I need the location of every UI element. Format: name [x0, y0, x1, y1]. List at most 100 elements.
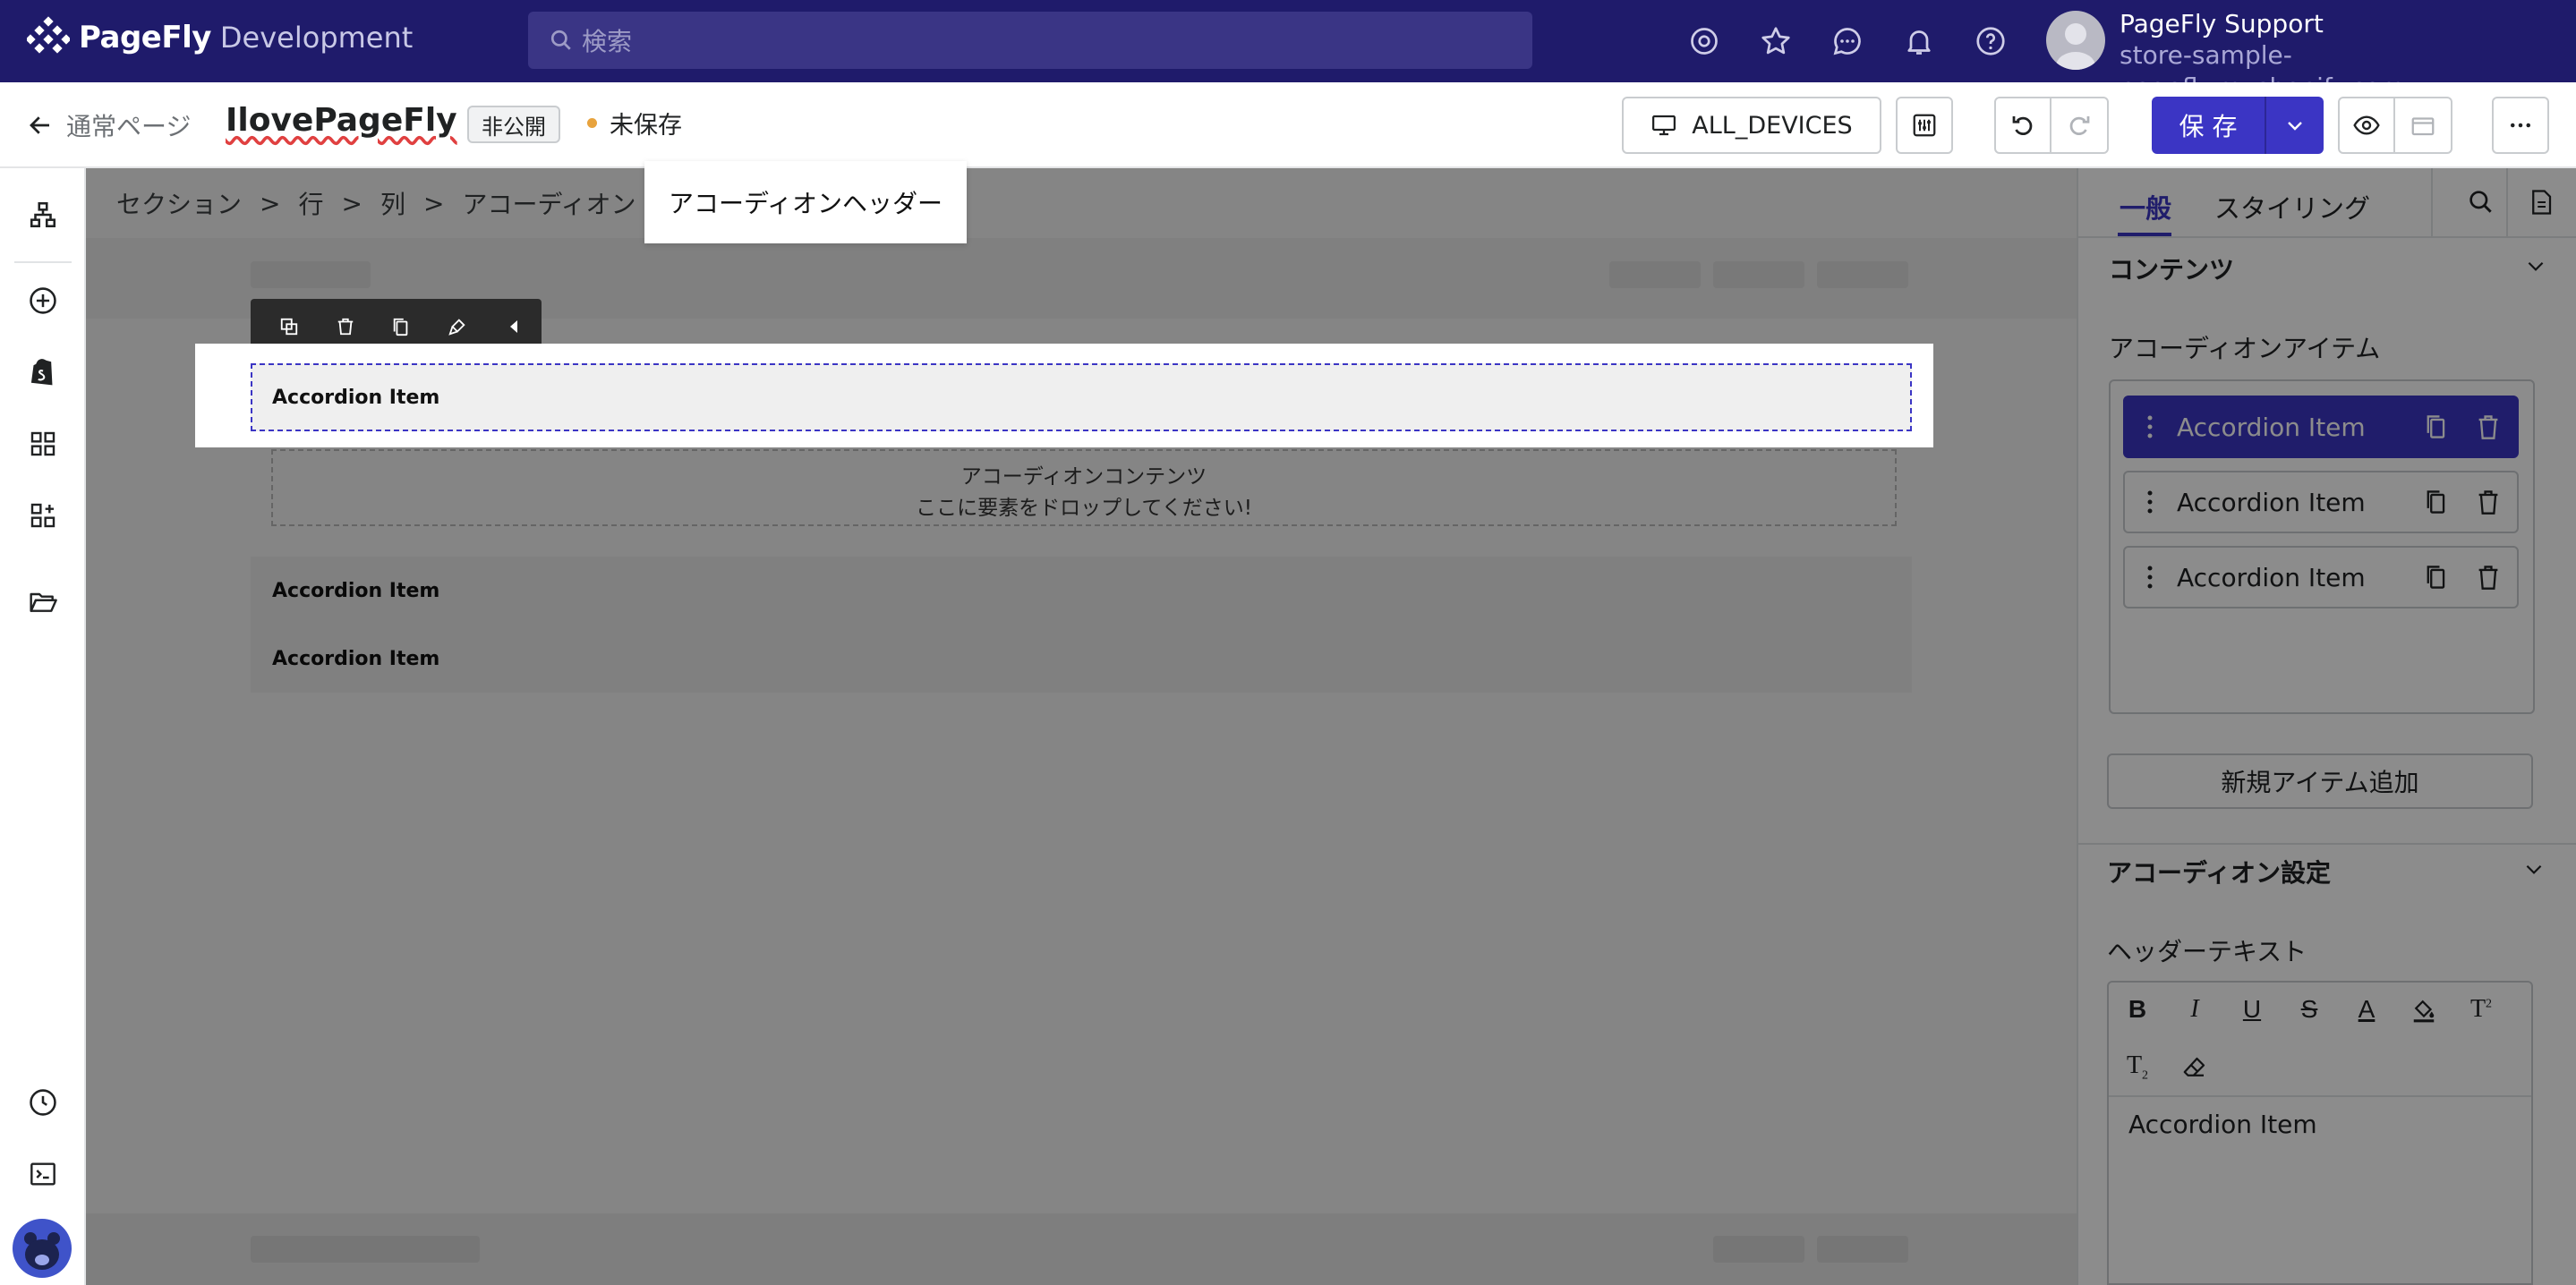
trash-icon[interactable]: [2476, 564, 2501, 591]
add-element-button[interactable]: [21, 279, 64, 322]
selected-accordion-header[interactable]: Accordion Item: [251, 363, 1912, 431]
accordion-list-item[interactable]: Accordion Item: [2123, 471, 2519, 533]
history-button[interactable]: [21, 1081, 64, 1124]
duplicate-element-button[interactable]: [373, 317, 430, 336]
redo-button[interactable]: [2051, 98, 2107, 152]
header-link-placeholder: [1609, 261, 1701, 288]
bold-button[interactable]: B: [2118, 990, 2157, 1029]
duplicate-icon[interactable]: [2424, 489, 2449, 515]
collapse-toolbar-button[interactable]: [485, 318, 542, 336]
add-item-button[interactable]: 新規アイテム追加: [2107, 753, 2533, 809]
delete-element-button[interactable]: [318, 317, 374, 336]
favorites-button[interactable]: [1754, 20, 1797, 63]
dropzone-hint: ここに要素をドロップしてください!: [916, 497, 1252, 520]
accordion-content-dropzone[interactable]: アコーディオンコンテンツ ここに要素をドロップしてください!: [271, 449, 1897, 526]
trash-icon: [337, 318, 354, 336]
save-button[interactable]: 保 存: [2152, 97, 2266, 154]
assistant-avatar[interactable]: [13, 1219, 72, 1278]
save-status-label: 未保存: [610, 112, 682, 140]
breadcrumb-accordion[interactable]: アコーディオン: [462, 185, 635, 221]
drag-handle-icon[interactable]: [2146, 489, 2154, 515]
page-title[interactable]: IlovePageFly: [226, 102, 457, 139]
text-color-button[interactable]: A: [2347, 990, 2386, 1029]
help-button[interactable]: [1969, 20, 2012, 63]
strikethrough-button[interactable]: S: [2290, 990, 2329, 1029]
accordion-list-item-label: Accordion Item: [2177, 487, 2366, 517]
pagefly-logo-icon: [27, 16, 70, 54]
page-settings-button[interactable]: [2528, 188, 2555, 217]
publish-preview-button[interactable]: [2395, 98, 2451, 152]
app-logo[interactable]: PageFly Development: [27, 16, 413, 59]
tab-styling[interactable]: スタイリング: [2214, 188, 2370, 226]
back-button[interactable]: 通常ページ: [27, 107, 191, 143]
brand-name: PageFly: [79, 20, 211, 55]
superscript-button[interactable]: T2: [2461, 990, 2501, 1029]
sections-button[interactable]: [21, 422, 64, 465]
footer-text-placeholder: [251, 1236, 480, 1263]
italic-button[interactable]: I: [2175, 990, 2214, 1029]
accordion-list-item-label: Accordion Item: [2177, 412, 2366, 442]
search-icon: [550, 30, 571, 50]
eye-icon: [2353, 115, 2380, 135]
breadcrumb: セクション > 行 > 列 > アコーディオン >: [86, 168, 2077, 238]
drag-handle-icon[interactable]: [2146, 414, 2154, 439]
rich-text-content[interactable]: Accordion Item: [2109, 1097, 2531, 1152]
chat-button[interactable]: [1826, 20, 1869, 63]
background-color-button[interactable]: [2404, 990, 2444, 1029]
breadcrumb-current[interactable]: アコーディオンヘッダー: [644, 161, 967, 243]
breadcrumb-separator-icon: >: [341, 188, 363, 218]
select-parent-button[interactable]: [261, 317, 318, 336]
accordion-list-item[interactable]: Accordion Item: [2123, 546, 2519, 608]
section-content-title[interactable]: コンテンツ: [2109, 251, 2234, 286]
user-avatar[interactable]: [2046, 11, 2105, 70]
accordion-list-item[interactable]: Accordion Item: [2123, 396, 2519, 458]
layers-button[interactable]: [21, 193, 64, 236]
undo-button[interactable]: [1996, 98, 2051, 152]
visibility-badge[interactable]: 非公開: [467, 106, 560, 143]
style-element-button[interactable]: [430, 317, 486, 336]
footer-link-placeholder: [1817, 1236, 1908, 1263]
chevron-down-icon[interactable]: [2524, 254, 2547, 277]
device-label: ALL_DEVICES: [1692, 111, 1853, 140]
rich-text-editor: B I U S A T2 T2 Accordion Item: [2107, 981, 2533, 1285]
history-group: [1994, 97, 2109, 154]
breadcrumb-row[interactable]: 行: [298, 185, 323, 221]
apps-button[interactable]: [21, 494, 64, 537]
tab-general[interactable]: 一般: [2120, 188, 2171, 226]
accordion-item-header[interactable]: Accordion Item: [251, 557, 1912, 625]
active-tab-indicator: [2118, 233, 2171, 236]
files-button[interactable]: [21, 580, 64, 623]
underline-icon: U: [2242, 995, 2262, 1023]
search-input[interactable]: 検索: [528, 12, 1532, 69]
save-options-button[interactable]: [2266, 97, 2324, 154]
text-color-icon: A: [2358, 995, 2376, 1023]
accordion-item-header[interactable]: Accordion Item: [251, 625, 1912, 693]
section-settings-title[interactable]: アコーディオン設定: [2107, 854, 2331, 889]
preview-button[interactable]: [2340, 98, 2395, 152]
dropzone-text: アコーディオンコンテンツ ここに要素をドロップしてください!: [273, 462, 1895, 524]
accordion-list-item-label: Accordion Item: [2177, 562, 2366, 592]
settings-button[interactable]: [1683, 20, 1726, 63]
clear-format-button[interactable]: [2175, 1048, 2214, 1087]
duplicate-icon[interactable]: [2424, 564, 2449, 591]
drag-handle-icon[interactable]: [2146, 565, 2154, 590]
bell-icon: [1907, 30, 1931, 55]
shopify-button[interactable]: [21, 351, 64, 394]
global-settings-button[interactable]: [1896, 97, 1953, 154]
trash-icon[interactable]: [2476, 413, 2501, 440]
search-placeholder: 検索: [582, 27, 633, 56]
device-selector[interactable]: ALL_DEVICES: [1622, 97, 1881, 154]
panel-search-button[interactable]: [2467, 188, 2495, 217]
trash-icon[interactable]: [2476, 489, 2501, 515]
notifications-button[interactable]: [1898, 20, 1941, 63]
more-button[interactable]: [2492, 97, 2549, 154]
strikethrough-icon: S: [2300, 995, 2318, 1023]
breadcrumb-section[interactable]: セクション: [116, 185, 242, 221]
chevron-down-icon[interactable]: [2522, 857, 2546, 881]
underline-button[interactable]: U: [2232, 990, 2272, 1029]
code-button[interactable]: [21, 1153, 64, 1196]
duplicate-icon[interactable]: [2424, 413, 2449, 440]
sitemap-icon: [30, 201, 56, 228]
breadcrumb-column[interactable]: 列: [380, 185, 405, 221]
subscript-button[interactable]: T2: [2118, 1048, 2157, 1087]
